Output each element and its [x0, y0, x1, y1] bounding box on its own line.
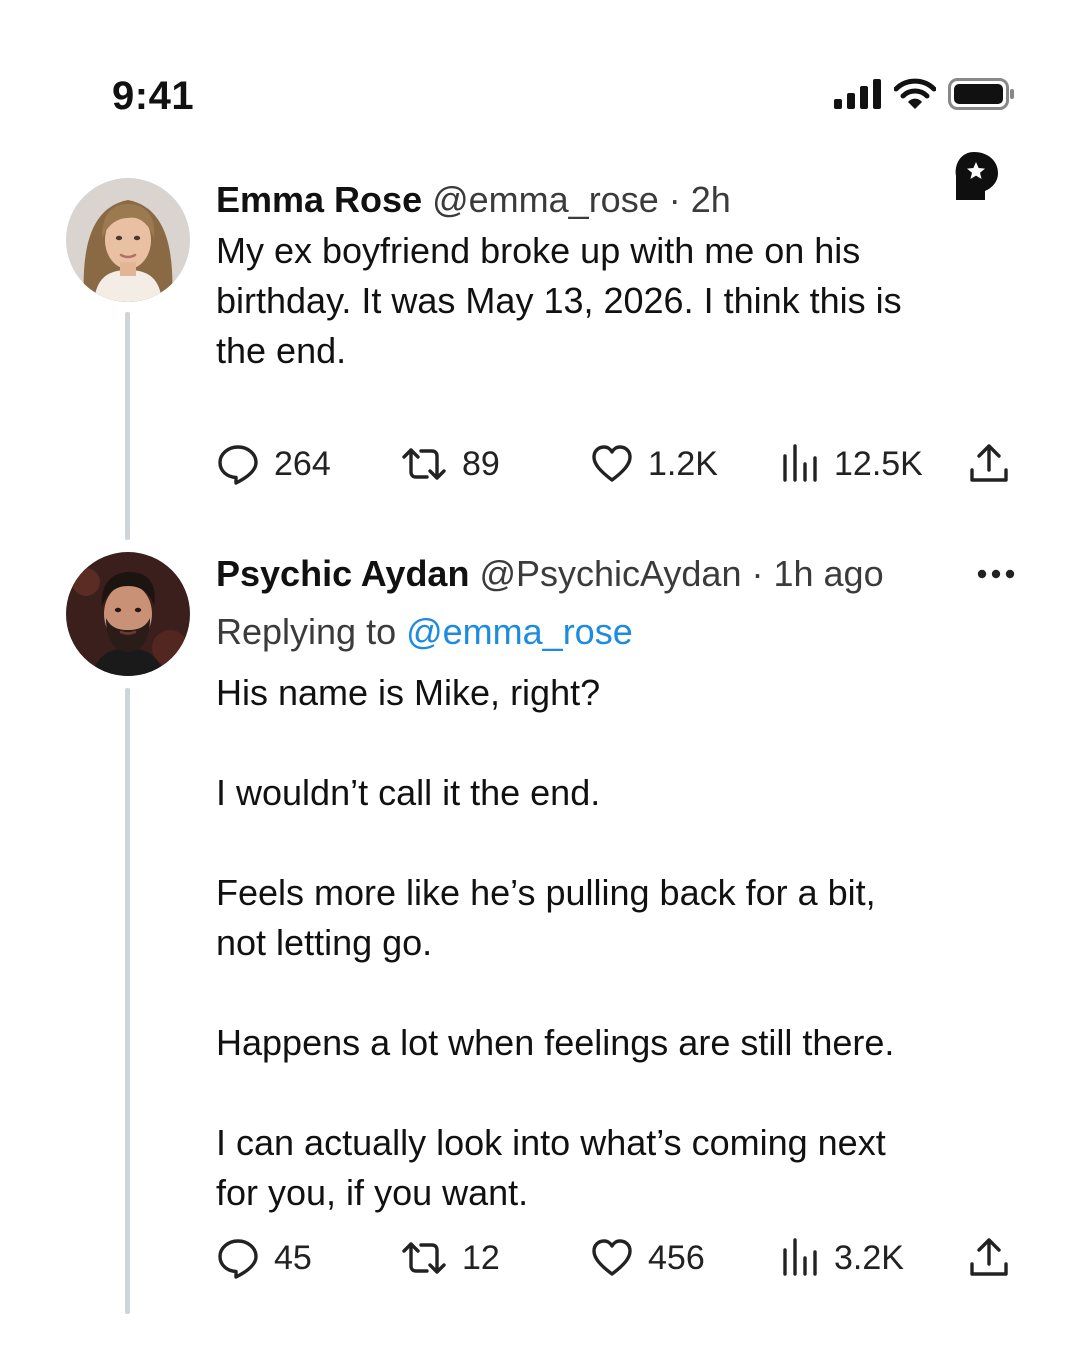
views-chart-icon — [783, 1238, 817, 1276]
tweet-time[interactable]: 1h ago — [773, 553, 883, 594]
reply-count: 45 — [274, 1238, 312, 1277]
views-button[interactable]: 3.2K — [780, 1236, 904, 1280]
share-button[interactable] — [968, 1236, 1010, 1280]
reply-button[interactable]: 264 — [216, 442, 331, 486]
user-handle[interactable]: @emma_rose — [432, 179, 659, 220]
retweet-button[interactable]: 12 — [400, 1236, 500, 1280]
tweet-text: My ex boyfriend broke up with me on his … — [216, 230, 902, 371]
views-count: 3.2K — [834, 1238, 904, 1277]
tweet-time[interactable]: 2h — [691, 179, 731, 220]
tweet-header: Emma Rose @emma_rose · 2h — [216, 178, 1016, 222]
display-name[interactable]: Psychic Aydan — [216, 553, 469, 594]
replying-to-handle[interactable]: @emma_rose — [406, 611, 633, 652]
thread-line-1 — [125, 312, 130, 540]
separator: · — [741, 553, 774, 594]
views-count: 12.5K — [834, 444, 923, 483]
views-chart-icon — [783, 444, 817, 482]
retweet-count: 12 — [462, 1238, 500, 1277]
replying-to-prefix: Replying to — [216, 611, 407, 652]
wifi-icon — [894, 78, 936, 110]
tweet-psychic-aydan: Psychic Aydan @PsychicAydan · 1h ago Rep… — [216, 552, 1016, 1218]
battery-icon — [948, 78, 1016, 110]
retweet-button[interactable]: 89 — [400, 442, 500, 486]
display-name[interactable]: Emma Rose — [216, 179, 422, 220]
like-button[interactable]: 1.2K — [590, 442, 718, 486]
thread-line-2 — [125, 688, 130, 1314]
heart-icon — [592, 445, 632, 482]
tweet-emma-rose: Emma Rose @emma_rose · 2h My ex boyfrien… — [216, 178, 1016, 376]
views-button[interactable]: 12.5K — [780, 442, 923, 486]
reply-button[interactable]: 45 — [216, 1236, 312, 1280]
heart-icon — [592, 1239, 632, 1276]
status-time: 9:41 — [112, 74, 195, 118]
share-button[interactable] — [968, 442, 1010, 486]
like-count: 456 — [648, 1238, 705, 1277]
like-count: 1.2K — [648, 444, 718, 483]
tweet-actions: 45 12 456 3.2K — [216, 1236, 1012, 1284]
share-icon — [970, 444, 1008, 482]
avatar-psychic-aydan[interactable] — [66, 552, 190, 676]
reply-count: 264 — [274, 444, 331, 483]
reply-icon — [218, 1239, 258, 1279]
status-icons — [834, 78, 1016, 110]
tweet-header: Psychic Aydan @PsychicAydan · 1h ago — [216, 552, 1016, 596]
like-button[interactable]: 456 — [590, 1236, 705, 1280]
user-handle[interactable]: @PsychicAydan — [479, 553, 741, 594]
avatar-emma-rose[interactable] — [66, 178, 190, 302]
reply-icon — [218, 445, 258, 485]
more-options-button[interactable] — [976, 552, 1016, 606]
separator: · — [658, 179, 691, 220]
tweet-text: His name is Mike, right? I wouldn’t call… — [216, 672, 895, 1213]
replying-to: Replying to @emma_rose — [216, 610, 1016, 654]
avatar-emma-rose-image — [66, 178, 190, 302]
retweet-icon — [402, 448, 446, 480]
retweet-icon — [402, 1242, 446, 1274]
tweet-actions: 264 89 1.2K 12.5K — [216, 442, 1012, 490]
avatar-psychic-aydan-image — [66, 552, 190, 676]
share-icon — [970, 1238, 1008, 1276]
more-options-icon — [977, 569, 1015, 579]
retweet-count: 89 — [462, 444, 500, 483]
cellular-signal-icon — [834, 79, 882, 109]
